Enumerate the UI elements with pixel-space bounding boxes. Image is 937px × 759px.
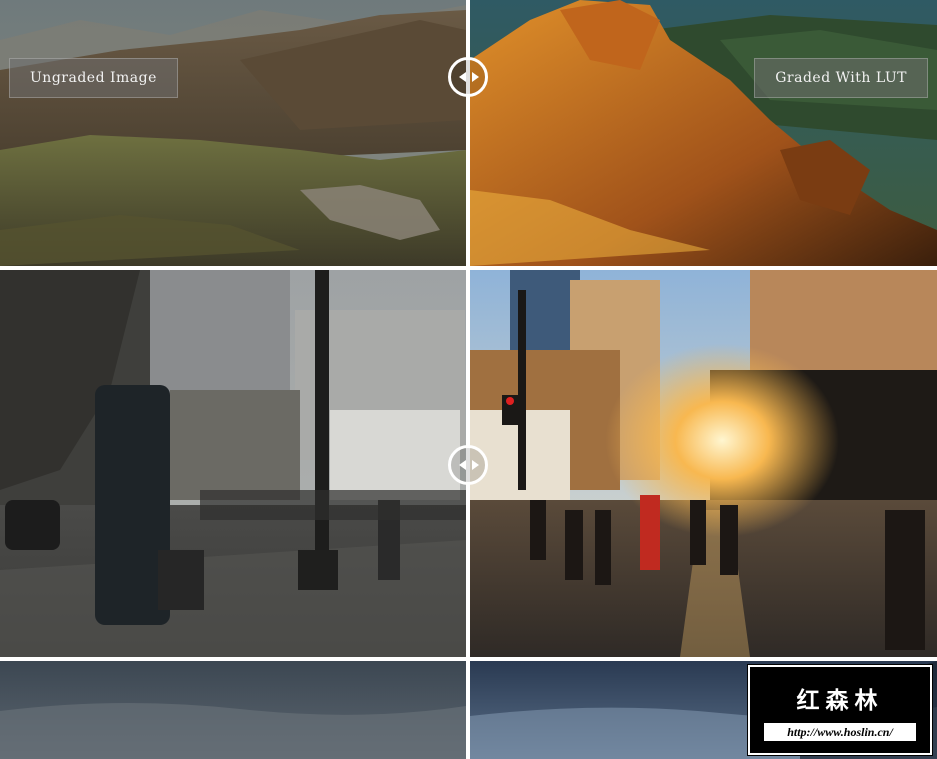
ungraded-image-label: Ungraded Image [9, 58, 178, 98]
graded-mountain-image [470, 0, 937, 266]
ungraded-sky-image [0, 661, 466, 759]
site-watermark: 红森林 http://www.hoslin.cn/ [747, 664, 933, 756]
ungraded-city-image [0, 270, 466, 657]
graded-with-lut-label: Graded With LUT [754, 58, 928, 98]
left-right-arrows-icon [459, 460, 479, 470]
graded-city-image [470, 270, 937, 657]
watermark-url: http://www.hoslin.cn/ [764, 723, 916, 741]
comparison-slider-handle[interactable] [448, 57, 488, 97]
ungraded-mountain-image [0, 0, 466, 266]
left-right-arrows-icon [459, 72, 479, 82]
watermark-title: 红森林 [796, 688, 884, 714]
comparison-slider-handle[interactable] [448, 445, 488, 485]
